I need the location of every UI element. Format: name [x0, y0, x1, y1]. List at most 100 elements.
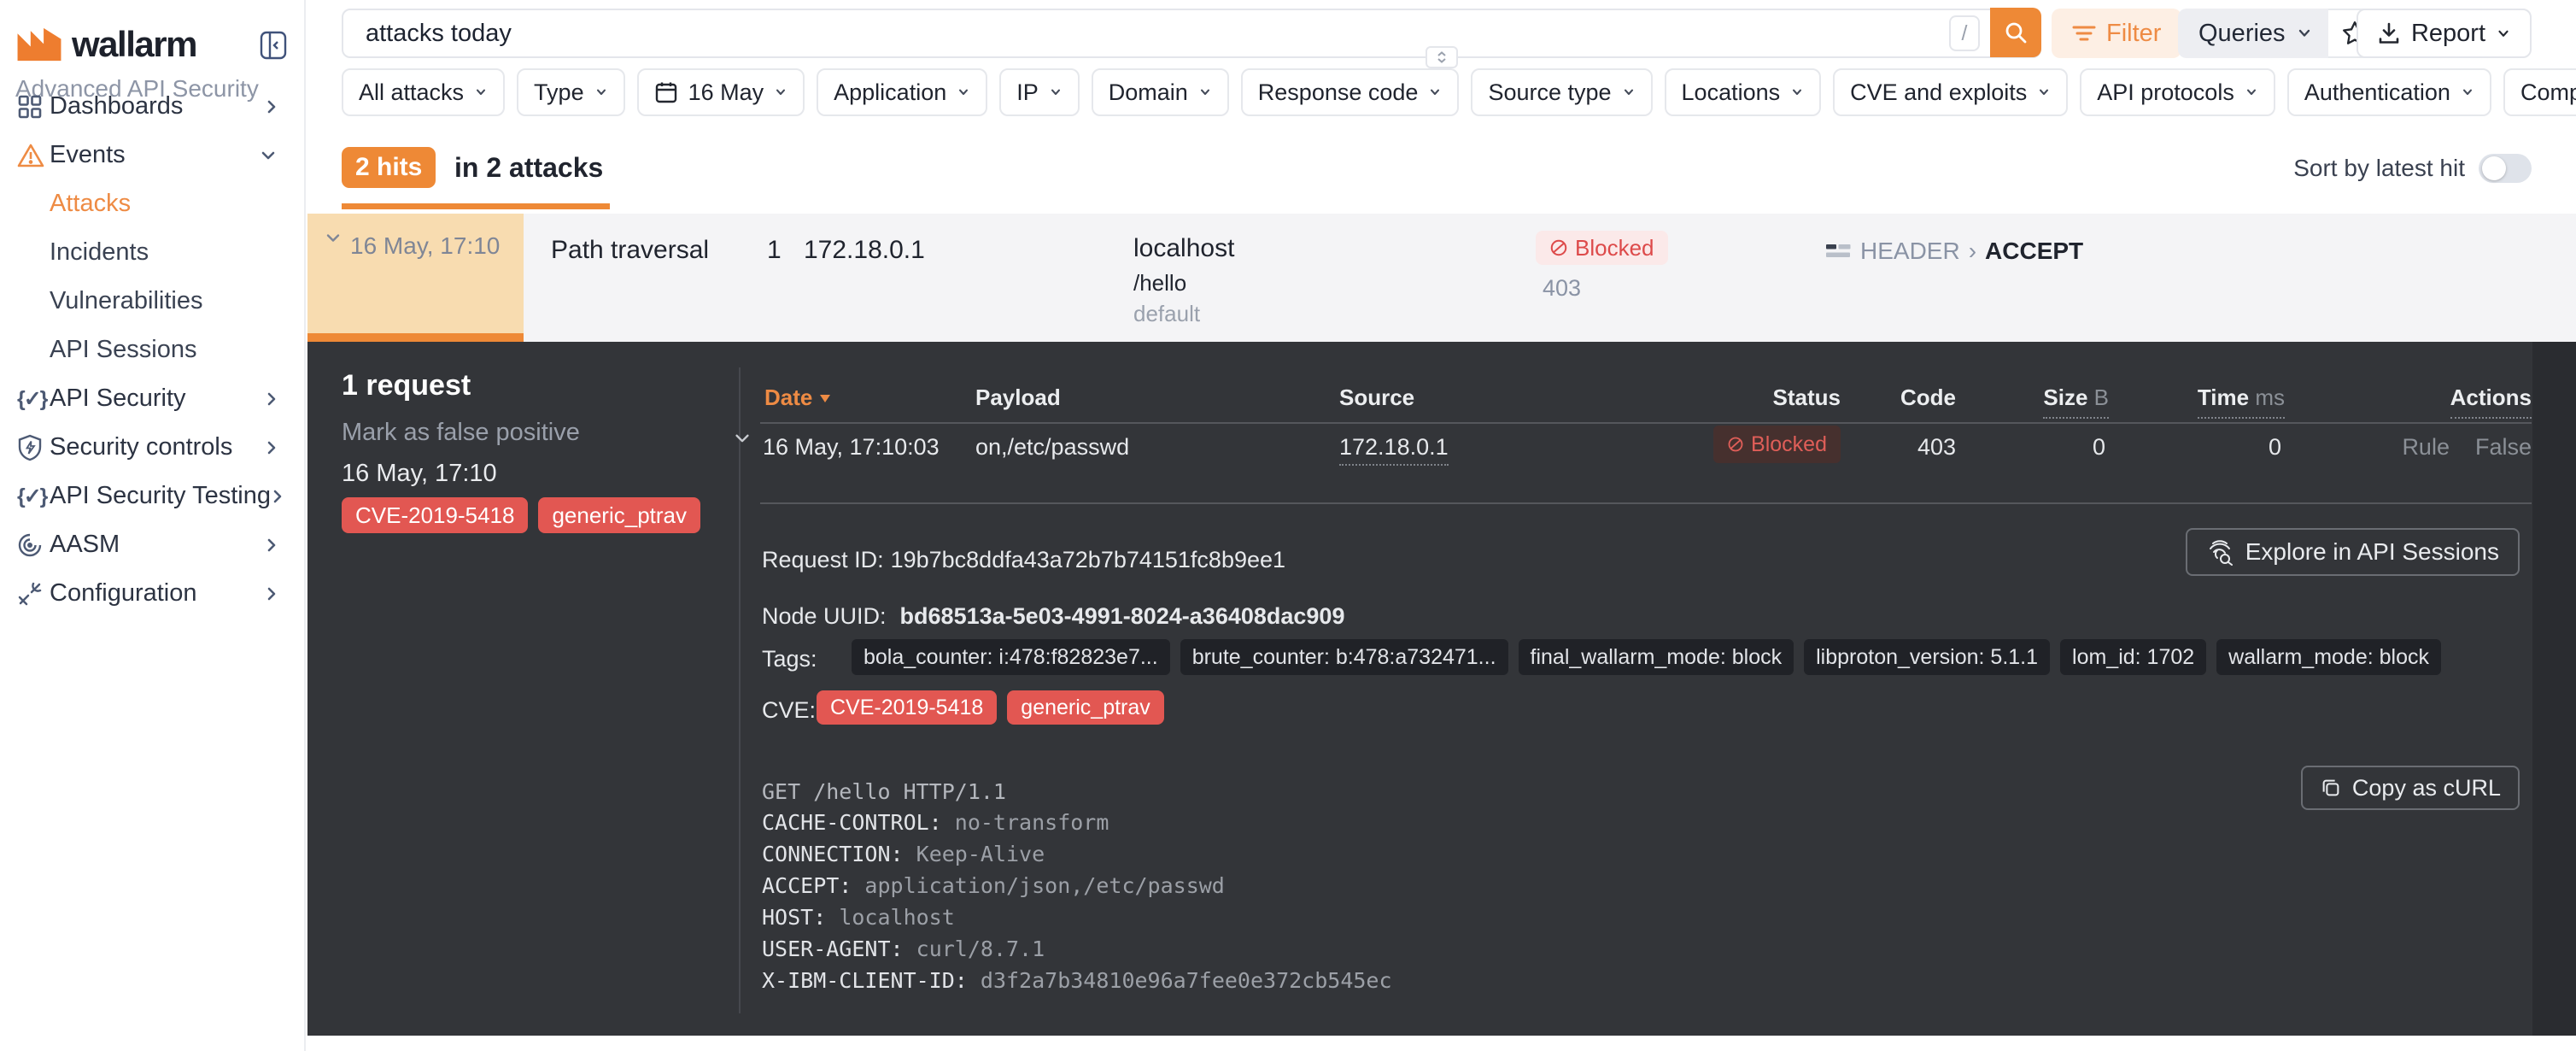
- search-query-text: attacks today: [366, 20, 1949, 48]
- http-request-line: GET /hello HTTP/1.1: [762, 779, 1392, 804]
- chevron-down-icon: [2496, 28, 2511, 39]
- cve-tag[interactable]: generic_ptrav: [1007, 690, 1163, 725]
- mark-false-positive-link[interactable]: Mark as false positive: [342, 419, 580, 447]
- calendar-icon: [654, 80, 678, 104]
- search-input[interactable]: attacks today /: [342, 9, 2041, 58]
- request-size: 0: [2093, 434, 2105, 461]
- queries-button[interactable]: Queries: [2178, 9, 2328, 58]
- dashboards-grid-icon: [17, 94, 50, 120]
- chevron-down-icon: [1428, 87, 1442, 97]
- filter-chip-date[interactable]: 16 May: [637, 68, 805, 116]
- attack-detail-time: 16 May, 17:10: [342, 460, 497, 488]
- false-action-link[interactable]: False: [2475, 434, 2532, 461]
- request-status-badge: Blocked: [1713, 426, 1841, 463]
- filter-chip-bar: All attacks Type 16 May Application IP D…: [342, 68, 2576, 116]
- filter-chip-authentication[interactable]: Authentication: [2287, 68, 2491, 116]
- sidebar-collapse-icon[interactable]: [260, 31, 287, 60]
- chevron-down-icon: [2461, 87, 2474, 97]
- header-lines-icon: [1826, 243, 1852, 260]
- filter-button[interactable]: Filter: [2052, 9, 2181, 58]
- filter-chip-api-protocols[interactable]: API protocols: [2080, 68, 2275, 116]
- events-warning-icon: [17, 143, 50, 168]
- sidebar-item-vulnerabilities[interactable]: Vulnerabilities: [0, 277, 304, 326]
- sidebar-item-api-security[interactable]: {✓} API Security: [0, 374, 304, 423]
- tags-label: Tags:: [762, 646, 817, 672]
- chevron-down-icon: [474, 87, 488, 97]
- filter-chip-application[interactable]: Application: [817, 68, 987, 116]
- detail-right-gutter: [2532, 342, 2576, 1036]
- attack-row[interactable]: 16 May, 17:10 Path traversal 1 172.18.0.…: [307, 214, 2576, 342]
- filter-chip-cve-and-exploits[interactable]: CVE and exploits: [1833, 68, 2068, 116]
- cve-tag[interactable]: CVE-2019-5418: [817, 690, 997, 725]
- brand-name: wallarm: [72, 24, 196, 65]
- http-request-block: GET /hello HTTP/1.1 CACHE-CONTROL: no-tr…: [762, 779, 1392, 994]
- api-security-braces-icon: {✓}: [17, 386, 50, 412]
- download-icon: [2377, 21, 2401, 45]
- sidebar-item-security-controls[interactable]: Security controls: [0, 423, 304, 472]
- request-payload: on,/etc/passwd: [975, 434, 1129, 461]
- request-row-expand-icon[interactable]: [733, 432, 752, 445]
- filter-chip-response-code[interactable]: Response code: [1241, 68, 1460, 116]
- node-tag[interactable]: brute_counter: b:478:a732471...: [1180, 639, 1508, 675]
- api-security-testing-braces-icon: {✓}: [17, 484, 50, 509]
- attack-path: /hello: [1133, 270, 1186, 297]
- rule-action-link[interactable]: Rule: [2402, 434, 2450, 461]
- filter-icon: [2072, 24, 2096, 43]
- chevron-down-icon: [1049, 87, 1063, 97]
- attack-tag[interactable]: CVE-2019-5418: [342, 497, 528, 533]
- sort-row: Sort by latest hit: [2293, 154, 2532, 183]
- chevron-down-icon: [1622, 87, 1636, 97]
- report-button[interactable]: Report: [2356, 9, 2532, 58]
- search-shortcut-kbd: /: [1949, 15, 1980, 51]
- sidebar-item-configuration[interactable]: Configuration: [0, 569, 304, 618]
- sort-by-latest-hit-toggle[interactable]: [2479, 154, 2532, 183]
- hits-count-badge: 2 hits: [342, 147, 436, 188]
- attack-row-date-cell[interactable]: 16 May, 17:10: [307, 214, 524, 342]
- attack-domain: localhost: [1133, 234, 1234, 263]
- attack-tag[interactable]: generic_ptrav: [538, 497, 700, 533]
- chevron-down-icon: [2245, 87, 2258, 97]
- sidebar-item-events[interactable]: Events: [0, 131, 304, 179]
- status-badge: Blocked: [1536, 231, 1668, 265]
- column-header-date[interactable]: Date: [764, 385, 831, 411]
- chevron-down-icon: [957, 87, 970, 97]
- column-header-code: Code: [1900, 385, 1956, 411]
- node-tag[interactable]: lom_id: 1702: [2060, 639, 2206, 675]
- node-tag[interactable]: wallarm_mode: block: [2216, 639, 2441, 675]
- sidebar-item-dashboards[interactable]: Dashboards: [0, 82, 304, 131]
- filter-chip-type[interactable]: Type: [517, 68, 625, 116]
- detail-vertical-divider: [739, 367, 741, 1013]
- filter-chip-domain[interactable]: Domain: [1092, 68, 1229, 116]
- sidebar-item-incidents[interactable]: Incidents: [0, 228, 304, 277]
- request-source-ip[interactable]: 172.18.0.1: [1339, 434, 1449, 466]
- node-tag[interactable]: libproton_version: 5.1.1: [1804, 639, 2050, 675]
- chevron-right-icon: [265, 535, 278, 555]
- filter-chip-ip[interactable]: IP: [999, 68, 1080, 116]
- request-date: 16 May, 17:10:03: [763, 434, 940, 461]
- attack-application: default: [1133, 301, 1200, 327]
- request-actions: Rule False: [2402, 434, 2532, 461]
- request-id-row: Request ID:19b7bc8ddfa43a72b7b74151fc8b9…: [762, 547, 1285, 573]
- attack-source-ip: 172.18.0.1: [804, 236, 925, 265]
- node-tag[interactable]: final_wallarm_mode: block: [1519, 639, 1794, 675]
- chevron-right-icon: [265, 389, 278, 409]
- copy-as-curl-button[interactable]: Copy as cURL: [2301, 766, 2520, 810]
- attack-tag-list: CVE-2019-5418 generic_ptrav: [342, 497, 700, 533]
- sidebar-item-aasm[interactable]: AASM: [0, 520, 304, 569]
- cve-label: CVE:: [762, 697, 816, 724]
- sidebar-item-attacks[interactable]: Attacks: [0, 179, 304, 228]
- sidebar-item-api-security-testing[interactable]: {✓} API Security Testing: [0, 472, 304, 520]
- sidebar-item-api-sessions[interactable]: API Sessions: [0, 326, 304, 374]
- search-button[interactable]: [1990, 8, 2041, 57]
- active-tab-underline: [342, 203, 610, 209]
- filter-chip-compare-to[interactable]: Compare to...: [2503, 68, 2576, 116]
- http-header-line: CACHE-CONTROL: no-transform: [762, 809, 1392, 836]
- node-tag[interactable]: bola_counter: i:478:f82823e7...: [852, 639, 1170, 675]
- filter-chip-all-attacks[interactable]: All attacks: [342, 68, 505, 116]
- search-resize-handle[interactable]: [1426, 46, 1458, 68]
- table-row-divider: [760, 502, 2532, 504]
- explore-in-api-sessions-button[interactable]: Explore in API Sessions: [2186, 528, 2520, 576]
- filter-chip-source-type[interactable]: Source type: [1471, 68, 1652, 116]
- attack-type: Path traversal: [551, 236, 709, 265]
- filter-chip-locations[interactable]: Locations: [1665, 68, 1822, 116]
